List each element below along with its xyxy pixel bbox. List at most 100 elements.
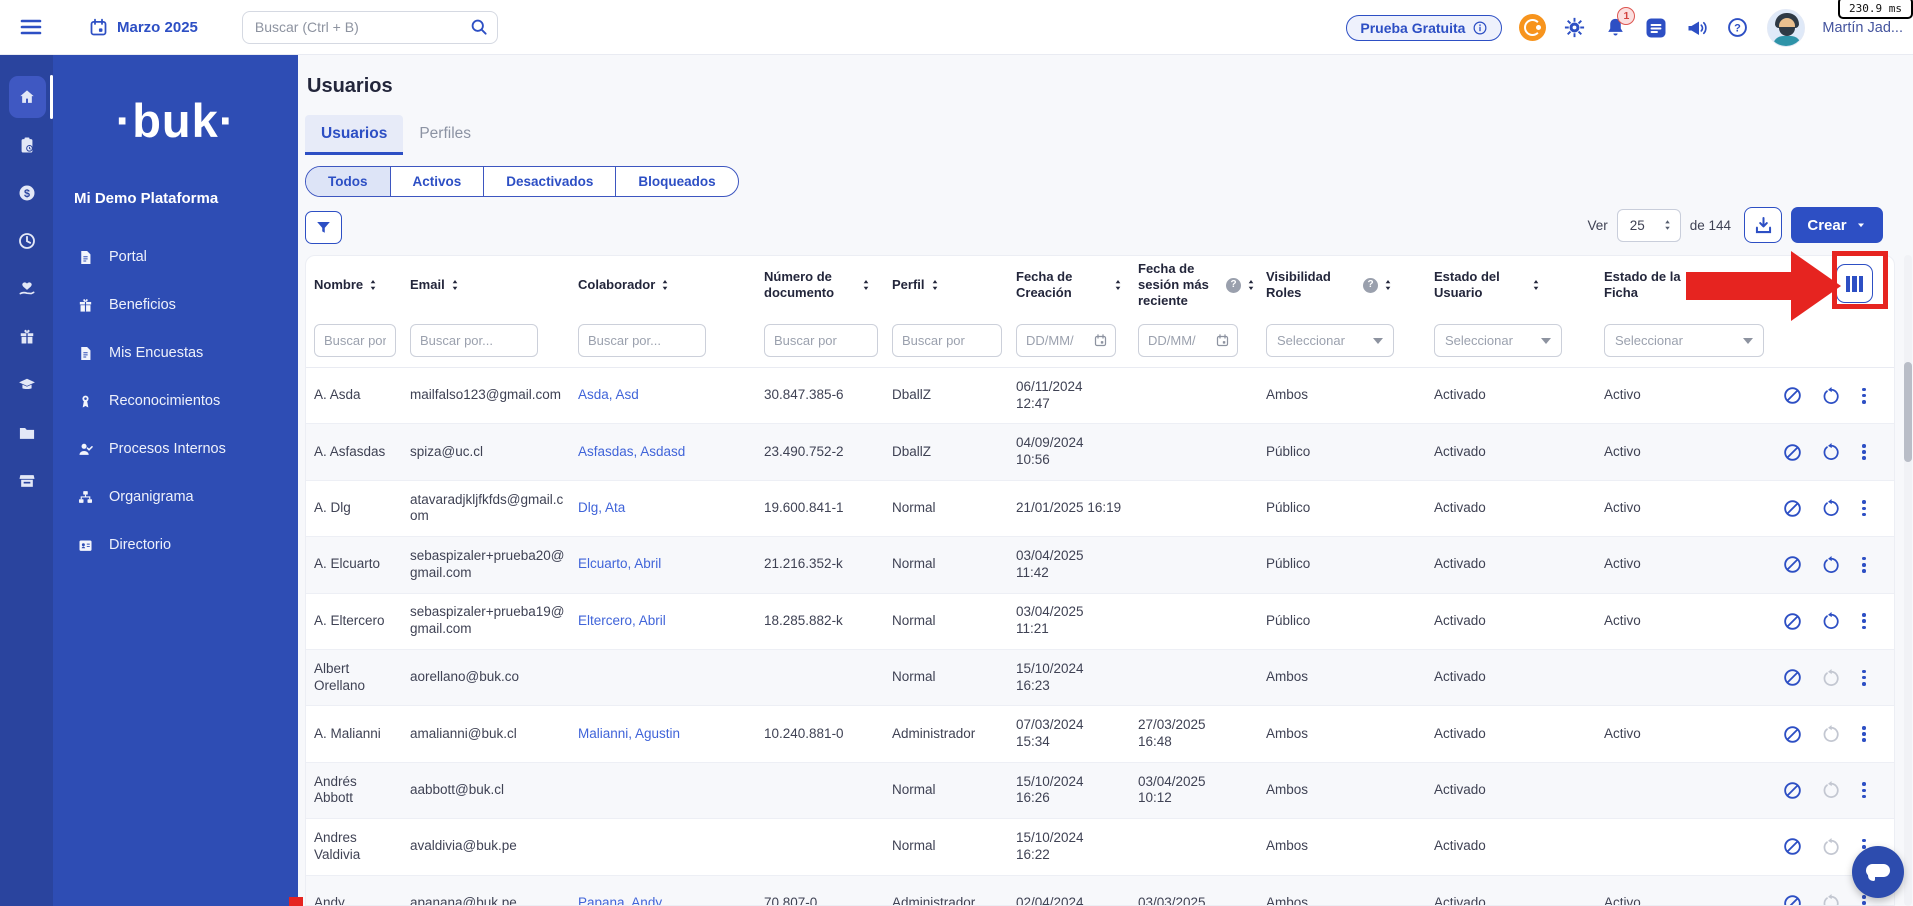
sort-icon[interactable] (930, 278, 940, 292)
tab-perfiles[interactable]: Perfiles (403, 115, 487, 155)
rail-item-clock[interactable] (0, 217, 53, 265)
period-selector[interactable]: Marzo 2025 (88, 17, 198, 38)
scrollbar-track[interactable] (1904, 255, 1912, 906)
status-filter-desactivados[interactable]: Desactivados (483, 167, 615, 196)
row-menu-button[interactable] (1858, 780, 1870, 800)
reset-password-button[interactable] (1820, 498, 1841, 519)
date-filter-fecha_creacion[interactable]: DD/MM/ (1016, 324, 1116, 357)
col-header-estado_usuario[interactable]: Estado del Usuario (1434, 269, 1604, 302)
reset-password-button[interactable] (1820, 611, 1841, 632)
news-document-icon[interactable] (1644, 16, 1668, 40)
date-filter-fecha_sesion[interactable]: DD/MM/ (1138, 324, 1238, 357)
notifications-bell-icon[interactable]: 1 (1604, 16, 1627, 39)
reset-password-button[interactable] (1820, 442, 1841, 463)
row-menu-button[interactable] (1858, 442, 1870, 462)
row-menu-button[interactable] (1858, 668, 1870, 688)
deactivate-user-button[interactable] (1782, 667, 1803, 688)
sort-icon[interactable] (1531, 278, 1541, 292)
help-icon[interactable]: ? (1363, 278, 1378, 293)
rail-item-money[interactable] (0, 169, 53, 217)
scrollbar-thumb[interactable] (1904, 362, 1912, 462)
rewards-coin-icon[interactable] (1519, 14, 1546, 41)
announcements-megaphone-icon[interactable] (1685, 16, 1709, 40)
rail-item-clipboard[interactable] (0, 121, 53, 169)
deactivate-user-button[interactable] (1782, 836, 1803, 857)
cell-colaborador[interactable]: Eltercero, Abril (578, 613, 764, 630)
download-button[interactable] (1744, 207, 1782, 243)
search-icon[interactable] (469, 17, 489, 37)
rail-item-hand-heart[interactable] (0, 265, 53, 313)
chat-fab[interactable] (1852, 846, 1904, 898)
cell-colaborador[interactable]: Asfasdas, Asdasd (578, 444, 764, 461)
sidebar-item-beneficios[interactable]: Beneficios (53, 281, 298, 329)
sidebar-item-organigrama[interactable]: Organigrama (53, 473, 298, 521)
deactivate-user-button[interactable] (1782, 385, 1803, 406)
reset-password-button[interactable] (1820, 554, 1841, 575)
status-filter-activos[interactable]: Activos (390, 167, 484, 196)
user-name[interactable]: Martín Jad... (1822, 20, 1903, 36)
sidebar-item-portal[interactable]: Portal (53, 233, 298, 281)
status-filter-todos[interactable]: Todos (306, 167, 390, 196)
select-filter-estado_usuario[interactable]: Seleccionar (1434, 324, 1562, 357)
cell-colaborador[interactable]: Dlg, Ata (578, 500, 764, 517)
col-header-colaborador[interactable]: Colaborador (578, 277, 764, 293)
sidebar-item-reconocimientos[interactable]: Reconocimientos (53, 377, 298, 425)
select-filter-estado_ficha[interactable]: Seleccionar (1604, 324, 1764, 357)
deactivate-user-button[interactable] (1782, 893, 1803, 906)
rail-item-graduation-cap[interactable] (0, 361, 53, 409)
settings-gear-icon[interactable] (1563, 16, 1587, 40)
filter-input-colaborador[interactable] (578, 324, 706, 357)
filter-input-email[interactable] (410, 324, 538, 357)
col-header-visibilidad[interactable]: Visibilidad Roles? (1266, 269, 1434, 302)
status-filter-bloqueados[interactable]: Bloqueados (615, 167, 737, 196)
row-menu-button[interactable] (1858, 724, 1870, 744)
sidebar-item-directorio[interactable]: Directorio (53, 521, 298, 569)
sidebar-item-procesos-internos[interactable]: Procesos Internos (53, 425, 298, 473)
help-icon[interactable]: ? (1226, 278, 1241, 293)
row-menu-button[interactable] (1858, 498, 1870, 518)
sidebar-item-mis-encuestas[interactable]: Mis Encuestas (53, 329, 298, 377)
reset-password-button[interactable] (1820, 893, 1841, 906)
filter-input-nombre[interactable] (314, 324, 396, 357)
create-button[interactable]: Crear (1791, 207, 1883, 243)
sort-icon[interactable] (450, 278, 460, 292)
sort-icon[interactable] (861, 278, 871, 292)
cell-colaborador[interactable]: Asda, Asd (578, 387, 764, 404)
sort-icon[interactable] (1246, 278, 1256, 292)
hamburger-menu-icon[interactable] (16, 12, 46, 42)
row-menu-button[interactable] (1858, 386, 1870, 406)
page-size-select[interactable]: 25 (1617, 209, 1681, 242)
rail-item-home[interactable] (0, 73, 53, 121)
sort-icon[interactable] (660, 278, 670, 292)
select-filter-visibilidad[interactable]: Seleccionar (1266, 324, 1394, 357)
deactivate-user-button[interactable] (1782, 611, 1803, 632)
col-header-documento[interactable]: Número de documento (764, 269, 892, 302)
reset-password-button[interactable] (1820, 667, 1841, 688)
sort-icon[interactable] (1113, 278, 1123, 292)
filter-input-documento[interactable] (764, 324, 878, 357)
cell-colaborador[interactable]: Elcuarto, Abril (578, 556, 764, 573)
global-search-input[interactable] (242, 11, 498, 44)
tab-usuarios[interactable]: Usuarios (305, 115, 403, 155)
col-header-fecha_sesion[interactable]: Fecha de sesión más reciente? (1138, 261, 1266, 310)
sort-icon[interactable] (1383, 278, 1393, 292)
reset-password-button[interactable] (1820, 385, 1841, 406)
sort-icon[interactable] (368, 278, 378, 292)
deactivate-user-button[interactable] (1782, 780, 1803, 801)
reset-password-button[interactable] (1820, 836, 1841, 857)
row-menu-button[interactable] (1858, 611, 1870, 631)
cell-colaborador[interactable]: Malianni, Agustin (578, 726, 764, 743)
deactivate-user-button[interactable] (1782, 498, 1803, 519)
trial-badge[interactable]: Prueba Gratuita (1346, 15, 1502, 41)
filter-input-perfil[interactable] (892, 324, 1002, 357)
user-avatar[interactable] (1767, 9, 1805, 47)
deactivate-user-button[interactable] (1782, 554, 1803, 575)
col-header-fecha_creacion[interactable]: Fecha de Creación (1016, 269, 1138, 302)
deactivate-user-button[interactable] (1782, 724, 1803, 745)
filter-button[interactable] (305, 211, 342, 244)
rail-item-storefront[interactable] (0, 457, 53, 505)
col-header-nombre[interactable]: Nombre (314, 277, 410, 293)
rail-item-folder[interactable] (0, 409, 53, 457)
help-icon[interactable] (1726, 16, 1750, 40)
rail-item-gift-box[interactable] (0, 313, 53, 361)
